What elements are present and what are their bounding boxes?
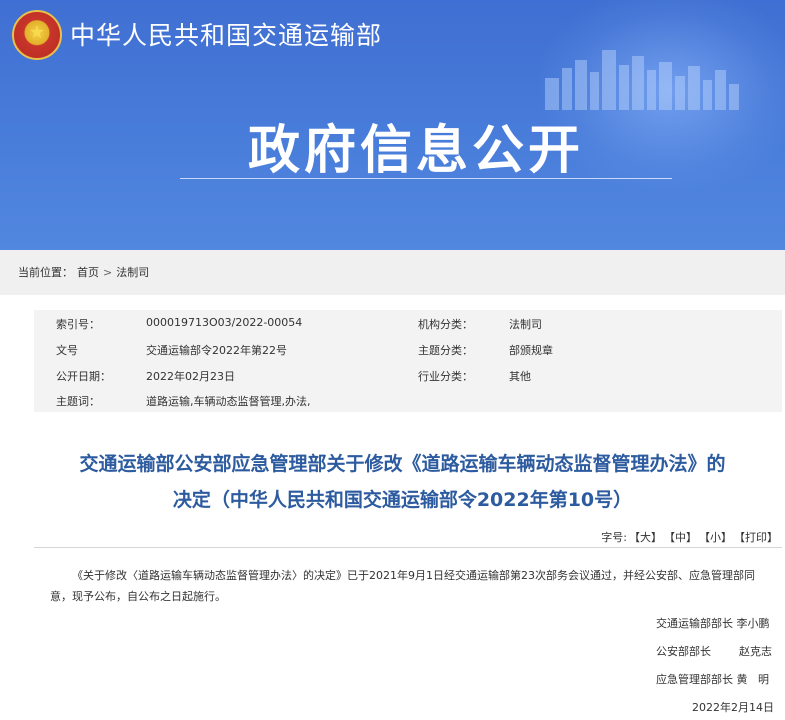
font-medium-button[interactable]: 【中】 (664, 529, 697, 545)
breadcrumb-home-link[interactable]: 首页 (77, 264, 99, 280)
breadcrumb-separator: > (103, 265, 113, 279)
national-emblem-icon: ★ (12, 10, 62, 60)
meta-doc-value: 交通运输部令2022年第22号 (146, 344, 287, 357)
font-size-toolbar: 字号: 【大】 【中】 【小】 【打印】 (601, 529, 778, 545)
breadcrumb: 当前位置： 首页 > 法制司 (18, 264, 149, 280)
print-button[interactable]: 【打印】 (734, 529, 778, 545)
article-title-line1: 交通运输部公安部应急管理部关于修改《道路运输车辆动态监督管理办法》的 (79, 453, 726, 475)
meta-index-label: 索引号： (56, 318, 100, 331)
meta-topic-value: 部颁规章 (509, 344, 553, 357)
article-title: 交通运输部公安部应急管理部关于修改《道路运输车辆动态监督管理办法》的 决定（中华… (20, 446, 785, 518)
font-small-button[interactable]: 【小】 (699, 529, 732, 545)
meta-industry-label: 行业分类： (418, 370, 473, 383)
signature-public-security-minister: 公安部部长 赵克志 (656, 645, 772, 658)
title-divider (34, 547, 782, 548)
breadcrumb-label: 当前位置： (18, 266, 73, 279)
font-large-button[interactable]: 【大】 (629, 529, 662, 545)
ministry-name: 中华人民共和国交通运输部 (70, 21, 383, 50)
section-title: 政府信息公开 (248, 121, 585, 181)
font-size-label: 字号: (601, 531, 627, 544)
meta-date-value: 2022年02月23日 (146, 370, 235, 383)
meta-org-value: 法制司 (509, 318, 542, 331)
signature-date: 2022年2月14日 (692, 701, 774, 714)
meta-org-label: 机构分类： (418, 318, 473, 331)
meta-topic-label: 主题分类： (418, 344, 473, 357)
meta-keywords-value: 道路运输,车辆动态监督管理,办法, (146, 395, 311, 408)
meta-keywords-label: 主题词： (56, 395, 100, 408)
header-banner: ★ 中华人民共和国交通运输部 政府信息公开 (0, 0, 785, 250)
city-skyline-graphic (545, 50, 739, 110)
article-body: 《关于修改〈道路运输车辆动态监督管理办法〉的决定》已于2021年9月1日经交通运… (50, 569, 755, 603)
meta-date-label: 公开日期： (56, 370, 111, 383)
meta-industry-value: 其他 (509, 370, 531, 383)
signature-emergency-minister: 应急管理部部长 黄 明 (656, 673, 769, 686)
meta-index-value: 000019713O03/2022-00054 (146, 316, 303, 329)
meta-doc-label: 文号 (56, 344, 78, 357)
signature-transport-minister: 交通运输部部长 李小鹏 (656, 617, 770, 630)
breadcrumb-legal-dept-link[interactable]: 法制司 (116, 264, 149, 280)
headline-divider (180, 178, 672, 179)
article-title-line2: 决定（中华人民共和国交通运输部令2022年第10号） (172, 489, 633, 511)
